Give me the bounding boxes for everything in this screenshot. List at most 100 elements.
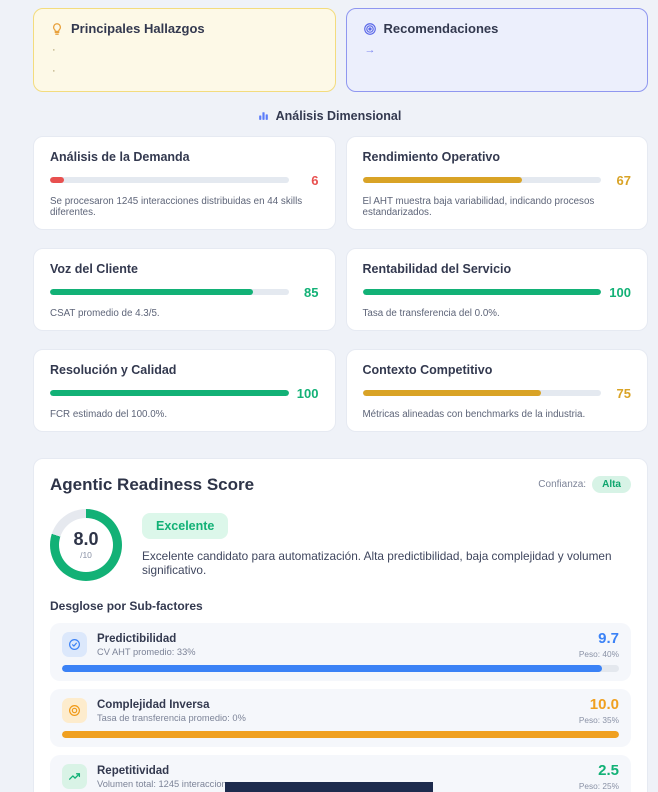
readiness-score-max: /10 (80, 550, 92, 560)
dimension-title: Análisis de la Demanda (50, 150, 319, 164)
bottom-dark-bar (225, 782, 433, 792)
readiness-description: Excelente candidato para automatización.… (142, 549, 631, 577)
recommendations-card: Recomendaciones → (346, 8, 649, 92)
progress-track (363, 289, 602, 295)
lightbulb-icon (50, 22, 64, 36)
subfactor-track (62, 731, 619, 738)
recommendations-title: Recomendaciones (384, 21, 499, 36)
subfactor-fill (62, 665, 602, 672)
check-circle-icon (62, 632, 87, 657)
dimension-title: Rendimiento Operativo (363, 150, 632, 164)
readiness-gauge-ring: 8.0 /10 (50, 509, 122, 581)
finding-item: · (52, 64, 319, 78)
dimension-title: Voz del Cliente (50, 262, 319, 276)
recommendation-item: → (365, 43, 632, 57)
dimension-score: 85 (297, 285, 319, 300)
progress-track (363, 177, 602, 183)
readiness-level-badge: Excelente (142, 513, 228, 539)
dimension-bar-row: 100 (363, 285, 632, 300)
dimension-score: 67 (609, 173, 631, 188)
dimension-description: Tasa de transferencia del 0.0%. (363, 308, 632, 319)
dimension-score: 100 (609, 285, 631, 300)
subfactor-row-predictibilidad: Predictibilidad CV AHT promedio: 33% 9.7… (50, 623, 631, 681)
dimension-description: CSAT promedio de 4.3/5. (50, 308, 319, 319)
target-icon (62, 698, 87, 723)
readiness-summary: Excelente Excelente candidato para autom… (142, 513, 631, 577)
trend-up-icon (62, 764, 87, 789)
dimension-cards-grid: Análisis de la Demanda 6 Se procesaron 1… (33, 136, 648, 432)
section-header-analisis-dimensional: Análisis Dimensional (10, 109, 648, 123)
dimension-description: Se procesaron 1245 interacciones distrib… (50, 196, 319, 218)
report-page: Principales Hallazgos · · Recomendacione… (0, 0, 658, 792)
subfactor-weight: Peso: 35% (579, 715, 619, 725)
subfactor-name: Complejidad Inversa (97, 699, 569, 711)
findings-header: Principales Hallazgos (50, 21, 319, 36)
section-header-label: Análisis Dimensional (276, 109, 402, 123)
dimension-score: 100 (297, 386, 319, 401)
subfactor-value: 9.7 (579, 631, 619, 646)
dimension-score: 75 (609, 386, 631, 401)
dimension-title: Contexto Competitivo (363, 363, 632, 377)
subfactor-top: Predictibilidad CV AHT promedio: 33% 9.7… (62, 631, 619, 659)
subfactor-fill (62, 731, 619, 738)
subfactor-weight: Peso: 40% (579, 649, 619, 659)
progress-fill (363, 289, 602, 295)
progress-fill (363, 390, 542, 396)
top-cards-row: Principales Hallazgos · · Recomendacione… (33, 8, 648, 92)
confidence-badge: Alta (592, 476, 631, 493)
subfactor-value: 2.5 (579, 763, 619, 778)
bar-chart-icon (257, 109, 270, 122)
dimension-card-contexto: Contexto Competitivo 75 Métricas alinead… (346, 349, 649, 432)
dimension-bar-row: 85 (50, 285, 319, 300)
dimension-bar-row: 75 (363, 386, 632, 401)
findings-title: Principales Hallazgos (71, 21, 205, 36)
progress-track (50, 289, 289, 295)
dimension-title: Resolución y Calidad (50, 363, 319, 377)
dimension-description: Métricas alineadas con benchmarks de la … (363, 409, 632, 420)
subfactor-value-block: 10.0 Peso: 35% (579, 697, 619, 725)
dimension-card-voz-cliente: Voz del Cliente 85 CSAT promedio de 4.3/… (33, 248, 336, 331)
progress-fill (50, 390, 289, 396)
subfactor-texts: Complejidad Inversa Tasa de transferenci… (97, 699, 569, 723)
subfactor-detail: CV AHT promedio: 33% (97, 647, 569, 657)
dimension-description: El AHT muestra baja variabilidad, indica… (363, 196, 632, 218)
progress-fill (363, 177, 523, 183)
progress-track (50, 390, 289, 396)
progress-fill (50, 289, 253, 295)
subfactor-name: Repetitividad (97, 765, 569, 777)
subfactor-texts: Predictibilidad CV AHT promedio: 33% (97, 633, 569, 657)
progress-track (50, 177, 289, 183)
subfactors-title: Desglose por Sub-factores (50, 599, 631, 613)
readiness-card: Agentic Readiness Score Confianza: Alta … (33, 458, 648, 792)
readiness-title: Agentic Readiness Score (50, 475, 254, 495)
progress-fill (50, 177, 64, 183)
dimension-card-resolucion: Resolución y Calidad 100 FCR estimado de… (33, 349, 336, 432)
subfactor-top: Complejidad Inversa Tasa de transferenci… (62, 697, 619, 725)
confidence-block: Confianza: Alta (538, 476, 631, 493)
finding-item: · (52, 43, 319, 57)
subfactor-row-complejidad: Complejidad Inversa Tasa de transferenci… (50, 689, 631, 747)
subfactor-value-block: 9.7 Peso: 40% (579, 631, 619, 659)
target-icon (363, 22, 377, 36)
subfactor-track (62, 665, 619, 672)
subfactor-value-block: 2.5 Peso: 25% (579, 763, 619, 791)
dimension-card-demanda: Análisis de la Demanda 6 Se procesaron 1… (33, 136, 336, 230)
dimension-description: FCR estimado del 100.0%. (50, 409, 319, 420)
dimension-score: 6 (297, 173, 319, 188)
dimension-bar-row: 6 (50, 173, 319, 188)
dimension-card-rentabilidad: Rentabilidad del Servicio 100 Tasa de tr… (346, 248, 649, 331)
subfactor-name: Predictibilidad (97, 633, 569, 645)
dimension-bar-row: 67 (363, 173, 632, 188)
dimension-card-rendimiento: Rendimiento Operativo 67 El AHT muestra … (346, 136, 649, 230)
readiness-header: Agentic Readiness Score Confianza: Alta (50, 475, 631, 495)
readiness-score-value: 8.0 (73, 530, 98, 548)
findings-card: Principales Hallazgos · · (33, 8, 336, 92)
progress-track (363, 390, 602, 396)
subfactor-value: 10.0 (579, 697, 619, 712)
gauge-row: 8.0 /10 Excelente Excelente candidato pa… (50, 509, 631, 581)
confidence-label: Confianza: (538, 479, 586, 490)
subfactor-weight: Peso: 25% (579, 781, 619, 791)
subfactor-detail: Tasa de transferencia promedio: 0% (97, 713, 569, 723)
recommendations-header: Recomendaciones (363, 21, 632, 36)
dimension-bar-row: 100 (50, 386, 319, 401)
